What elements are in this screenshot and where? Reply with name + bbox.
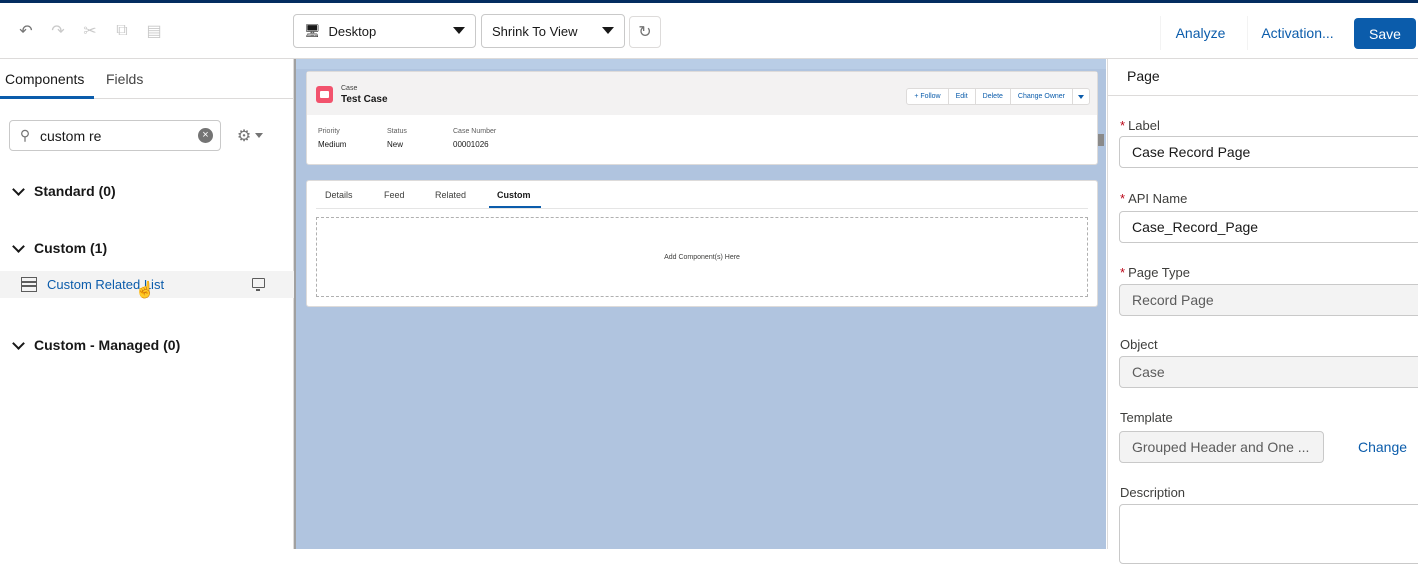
description-field-label: Description [1120,485,1186,500]
required-marker: * [1120,191,1126,206]
tab-divider [316,208,1088,209]
component-dropzone[interactable]: Add Component(s) Here [316,217,1088,297]
analyze-button[interactable]: Analyze [1160,16,1240,50]
divider [1108,95,1418,96]
activation-button[interactable]: Activation... [1247,16,1347,50]
undo-icon[interactable]: ↶ [10,15,42,47]
section-label: Standard (0) [34,183,116,199]
components-panel: Components Fields ⚲ custom re × ⚙ Standa… [0,59,294,549]
object-field-label: Object [1120,337,1158,352]
device-select-value: Desktop [328,23,377,39]
section-custom[interactable]: Custom (1) [12,240,107,256]
collapse-handle[interactable] [1098,134,1104,146]
edit-actions-group: ↶ ↷ ✂ ⧉ ▤ [10,15,170,47]
chevron-down-icon [12,185,24,197]
chevron-down-icon [255,133,264,138]
object-label: Case [341,85,358,92]
chevron-down-icon [453,27,465,34]
object-input: Case [1119,356,1418,388]
field-value: 00001026 [453,140,489,149]
record-header-component[interactable]: Case Test Case + Follow Edit Delete Chan… [306,71,1098,165]
required-marker: * [1120,265,1126,280]
cut-icon[interactable]: ✂ [74,15,106,47]
chevron-down-icon [602,27,614,34]
canvas-top-band [296,59,1106,69]
save-button[interactable]: Save [1354,18,1416,49]
settings-menu-button[interactable]: ⚙ [229,120,271,151]
component-search-field[interactable]: ⚲ custom re × [9,120,221,151]
panel-tabs: Components Fields [0,59,294,99]
section-custom-managed[interactable]: Custom - Managed (0) [12,337,180,353]
search-input[interactable]: custom re [40,128,101,144]
field-case-number: Case Number 00001026 [453,128,533,149]
label-input[interactable]: Case Record Page [1119,136,1418,168]
redo-icon[interactable]: ↷ [42,15,74,47]
related-list-icon [21,277,37,292]
required-marker: * [1120,118,1126,133]
hand-cursor-icon: ☝ [135,282,155,299]
tab-components[interactable]: Components [5,71,84,87]
delete-button[interactable]: Delete [976,89,1011,104]
more-actions-button[interactable] [1073,89,1089,104]
refresh-button[interactable]: ↻ [629,16,661,48]
tab-custom[interactable]: Custom [497,190,531,200]
field-priority: Priority Medium [318,128,398,149]
template-field-label: Template [1120,410,1173,425]
refresh-icon: ↻ [638,24,652,41]
chevron-down-icon [12,339,24,351]
active-tab-indicator [489,206,541,208]
change-owner-button[interactable]: Change Owner [1011,89,1073,104]
copy-icon[interactable]: ⧉ [106,15,138,47]
desktop-icon: 🖥 [304,23,321,38]
desktop-icon [252,278,265,291]
description-textarea[interactable] [1119,504,1418,564]
panel-title: Page [1127,68,1160,84]
properties-panel: Page * Label Case Record Page * API Name C… [1107,59,1418,564]
record-actions: + Follow Edit Delete Change Owner [906,88,1090,105]
section-standard[interactable]: Standard (0) [12,183,116,199]
page-type-field-label: * Page Type [1120,265,1190,280]
section-label: Custom (1) [34,240,108,256]
section-label: Custom - Managed (0) [34,337,181,353]
view-select-value: Shrink To View [492,23,578,39]
tab-fields[interactable]: Fields [106,71,143,87]
paste-icon[interactable]: ▤ [138,15,170,47]
case-icon [316,86,333,103]
dropzone-label: Add Component(s) Here [664,253,740,261]
search-icon: ⚲ [19,127,31,143]
label-field-label: * Label [1120,118,1160,133]
api-name-field-label: * API Name [1120,191,1188,206]
tab-details[interactable]: Details [325,190,353,200]
page-canvas: Case Test Case + Follow Edit Delete Chan… [294,59,1106,549]
follow-button[interactable]: + Follow [907,89,949,104]
field-value: Medium [318,140,347,149]
clear-icon[interactable]: × [198,128,213,143]
field-label: Case Number [453,128,497,135]
top-toolbar: ↶ ↷ ✂ ⧉ ▤ 🖥 Desktop Shrink To View ↻ Ana… [0,0,1418,59]
api-name-input[interactable]: Case_Record_Page [1119,211,1418,243]
tab-related[interactable]: Related [435,190,466,200]
active-tab-indicator [0,96,94,99]
edit-button[interactable]: Edit [949,89,976,104]
page-type-input: Record Page [1119,284,1418,316]
template-input: Grouped Header and One ... [1119,431,1324,463]
record-title: Test Case [341,94,388,105]
gear-icon: ⚙ [236,127,252,145]
chevron-down-icon [12,242,24,254]
tabs-component[interactable]: Details Feed Related Custom Add Componen… [306,180,1098,307]
change-template-button[interactable]: Change [1358,439,1407,455]
view-select[interactable]: Shrink To View [481,14,625,48]
device-select[interactable]: 🖥 Desktop [293,14,476,48]
field-label: Priority [318,128,340,135]
tab-feed[interactable]: Feed [384,190,405,200]
